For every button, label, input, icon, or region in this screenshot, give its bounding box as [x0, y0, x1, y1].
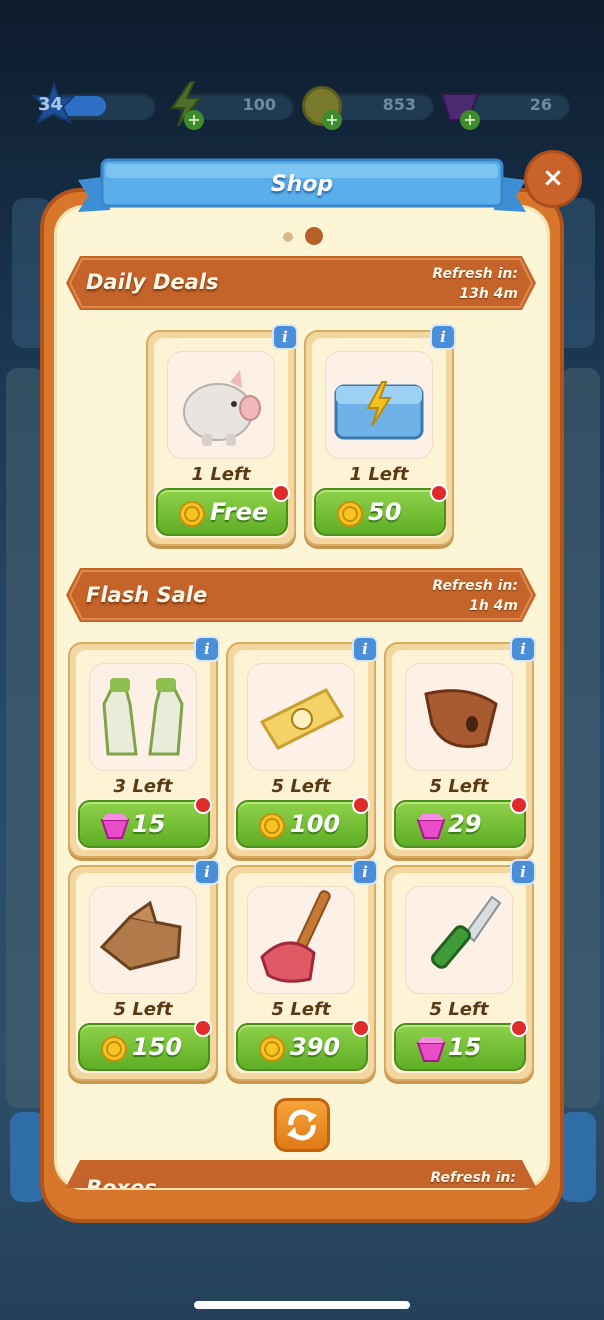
- deal-card-energy-chest[interactable]: 1 Left 50 i: [304, 324, 456, 546]
- home-indicator[interactable]: [194, 1301, 410, 1309]
- leather-gloves-icon: [99, 900, 182, 971]
- page-indicator-2[interactable]: [305, 227, 323, 245]
- daily-deals-title: Daily Deals: [86, 270, 219, 294]
- card-image: [248, 887, 354, 993]
- price-label: 150: [132, 1033, 183, 1061]
- info-button[interactable]: i: [352, 859, 378, 885]
- refresh-sale-button[interactable]: [274, 1098, 330, 1152]
- sale-card-knife[interactable]: 5 Left 15 i: [384, 859, 536, 1081]
- deal-card-piggy-bank[interactable]: 1 Left Free i: [146, 324, 298, 546]
- price-label: 15: [132, 810, 166, 838]
- card-image: [90, 887, 196, 993]
- background-button-right: [560, 1112, 596, 1202]
- card-image: [248, 664, 354, 770]
- card-stock: 1 Left: [349, 464, 409, 485]
- notification-dot: [352, 1019, 370, 1037]
- buy-button[interactable]: 100: [236, 796, 370, 848]
- buy-button[interactable]: 390: [236, 1019, 370, 1071]
- gem-icon: [416, 814, 446, 839]
- price-label: 100: [290, 810, 341, 838]
- buy-button[interactable]: 15: [394, 1019, 528, 1071]
- price-label: Free: [210, 498, 269, 526]
- notification-dot: [194, 796, 212, 814]
- buy-button[interactable]: 15: [78, 796, 212, 848]
- flash-sale-refresh-time: 1h 4m: [469, 598, 518, 614]
- info-button[interactable]: i: [510, 636, 536, 662]
- card-stock: 5 Left: [271, 776, 331, 797]
- coin-icon: [337, 501, 363, 527]
- garden-gloves-icon: [102, 678, 184, 756]
- price-label: 29: [448, 810, 482, 838]
- info-button[interactable]: i: [194, 859, 220, 885]
- add-coins-button[interactable]: +: [322, 110, 342, 130]
- plunger-icon: [260, 890, 331, 983]
- flash-sale-title: Flash Sale: [86, 583, 208, 607]
- card-stock: 3 Left: [113, 776, 173, 797]
- seed-packet-icon: [259, 688, 345, 750]
- coin-icon: [101, 1036, 127, 1062]
- card-image: [406, 664, 512, 770]
- gems-value: 26: [529, 95, 552, 114]
- sale-card-leather-gloves[interactable]: 5 Left 150 i: [68, 859, 220, 1081]
- buy-button[interactable]: Free: [156, 484, 290, 536]
- close-button[interactable]: ×: [524, 150, 582, 208]
- card-stock: 5 Left: [429, 999, 489, 1020]
- buy-button[interactable]: 29: [394, 796, 528, 848]
- boxes-title: Boxes: [86, 1176, 157, 1188]
- sale-card-garden-gloves[interactable]: 3 Left 15 i: [68, 636, 220, 858]
- shop-title: Shop: [270, 172, 334, 197]
- energy-value: 100: [242, 95, 276, 114]
- flash-sale-refresh: Refresh in: 1h 4m: [432, 576, 518, 616]
- coin-icon: [179, 501, 205, 527]
- card-image: [326, 352, 432, 458]
- price-label: 15: [448, 1033, 482, 1061]
- card-stock: 5 Left: [113, 999, 173, 1020]
- level-value: 34: [38, 94, 64, 115]
- info-button[interactable]: i: [194, 636, 220, 662]
- price-label: 50: [368, 498, 402, 526]
- card-image: [406, 887, 512, 993]
- card-image: [90, 664, 196, 770]
- info-button[interactable]: i: [272, 324, 298, 350]
- coins-value: 853: [382, 95, 416, 114]
- daily-deals-refresh-label: Refresh in:: [432, 266, 518, 282]
- info-button[interactable]: i: [510, 859, 536, 885]
- notification-dot: [352, 796, 370, 814]
- notification-dot: [272, 484, 290, 502]
- energy-chest-icon: [334, 381, 424, 440]
- daily-deals-refresh-time: 13h 4m: [459, 286, 518, 302]
- page-indicator-1[interactable]: [283, 232, 293, 242]
- background-shelf-right: [560, 368, 600, 1108]
- coin-icon: [259, 1036, 285, 1062]
- sale-card-seed-packet[interactable]: 5 Left 100 i: [226, 636, 378, 858]
- card-image: [168, 352, 274, 458]
- notification-dot: [510, 1019, 528, 1037]
- sale-card-clay-scoop[interactable]: 5 Left 29 i: [384, 636, 536, 858]
- info-button[interactable]: i: [430, 324, 456, 350]
- boxes-section-clip: Boxes Refresh in:: [66, 1160, 536, 1188]
- boxes-refresh-label: Refresh in:: [430, 1170, 516, 1186]
- flash-sale-refresh-label: Refresh in:: [432, 578, 518, 594]
- info-button[interactable]: i: [352, 636, 378, 662]
- add-gems-button[interactable]: +: [460, 110, 480, 130]
- notification-dot: [430, 484, 448, 502]
- piggy-bank-icon: [183, 370, 261, 446]
- notification-dot: [510, 796, 528, 814]
- price-label: 390: [290, 1033, 341, 1061]
- daily-deals-refresh: Refresh in: 13h 4m: [432, 264, 518, 304]
- buy-button[interactable]: 50: [314, 484, 448, 536]
- clay-scoop-icon: [424, 689, 498, 748]
- add-energy-button[interactable]: +: [184, 110, 204, 130]
- sale-card-plunger[interactable]: 5 Left 390 i: [226, 859, 378, 1081]
- coin-icon: [259, 813, 285, 839]
- gem-icon: [100, 814, 130, 839]
- card-stock: 1 Left: [191, 464, 251, 485]
- card-stock: 5 Left: [271, 999, 331, 1020]
- knife-icon: [431, 895, 502, 969]
- notification-dot: [194, 1019, 212, 1037]
- buy-button[interactable]: 150: [78, 1019, 212, 1071]
- gem-icon: [416, 1037, 446, 1062]
- refresh-icon: [287, 1109, 317, 1141]
- card-stock: 5 Left: [429, 776, 489, 797]
